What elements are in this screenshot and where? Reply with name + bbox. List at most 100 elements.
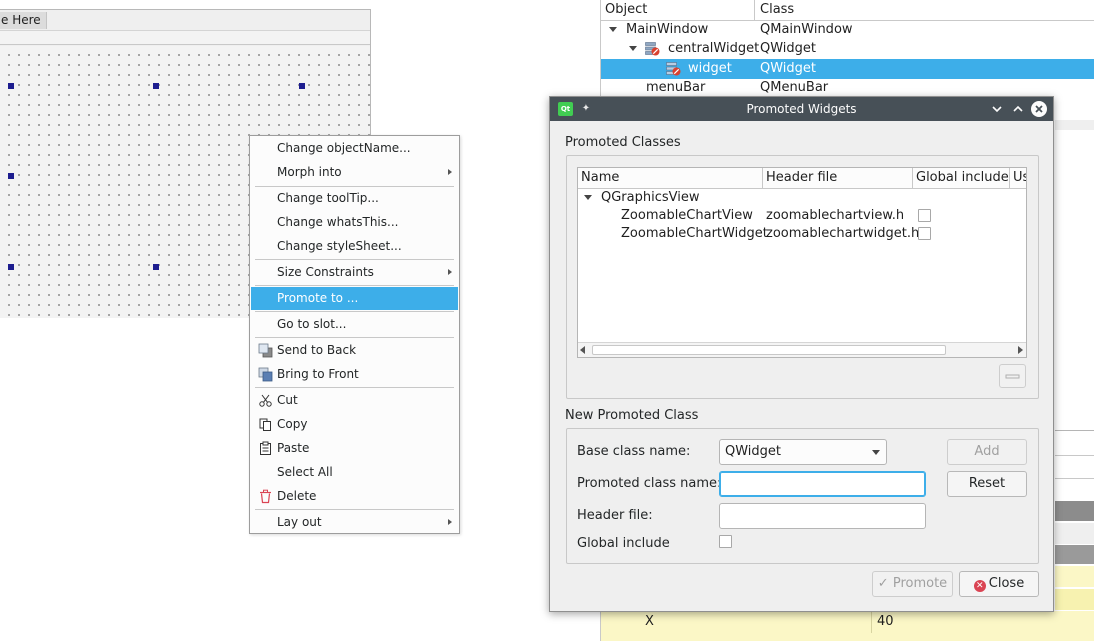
menu-item-copy[interactable]: Copy	[251, 413, 458, 436]
column-header-usage[interactable]: Us	[1010, 168, 1026, 188]
base-class-row[interactable]: QGraphicsView	[578, 189, 1026, 207]
property-editor-row	[1055, 566, 1094, 587]
menu-item-change-tooltip[interactable]: Change toolTip...	[251, 187, 458, 210]
object-name: menuBar	[646, 80, 706, 95]
property-value[interactable]: 40	[877, 611, 894, 633]
close-button-label: Close	[988, 576, 1025, 591]
expand-arrow-icon[interactable]	[584, 195, 592, 200]
column-header-header-file[interactable]: Header file	[763, 168, 913, 188]
menu-separator	[255, 311, 454, 312]
menu-separator	[255, 285, 454, 286]
property-editor-row	[1055, 478, 1094, 479]
reset-button[interactable]: Reset	[947, 471, 1027, 497]
menu-item-label: Select All	[277, 465, 333, 479]
menu-item-go-to-slot[interactable]: Go to slot...	[251, 313, 458, 336]
selection-handle[interactable]	[153, 264, 159, 270]
column-header-class[interactable]: Class	[756, 0, 1094, 20]
form-menubar[interactable]: e Here	[0, 10, 370, 31]
promoted-class-name: ZoomableChartWidget	[621, 226, 768, 241]
expand-arrow-icon[interactable]	[609, 27, 617, 32]
qt-designer-app-icon[interactable]: Qt	[558, 102, 573, 116]
menu-item-change-objectname[interactable]: Change objectName...	[251, 137, 458, 160]
object-class: QMenuBar	[760, 80, 829, 95]
pin-icon[interactable]: ✦	[579, 102, 593, 116]
promoted-class-header: zoomablechartwidget.h	[766, 226, 920, 241]
paste-icon	[260, 441, 271, 455]
minimize-chevron-down-icon[interactable]	[989, 101, 1005, 117]
property-editor-row	[1055, 523, 1094, 544]
checkmark-icon: ✓	[877, 576, 889, 591]
object-name: centralWidget	[668, 41, 760, 56]
object-class: QWidget	[760, 41, 817, 56]
promoted-class-input[interactable]	[719, 471, 926, 497]
broken-layout-widget-icon	[666, 62, 681, 76]
menu-item-change-whatsthis[interactable]: Change whatsThis...	[251, 211, 458, 234]
base-class-combobox[interactable]: QWidget	[719, 439, 887, 465]
tree-row-mainwindow[interactable]: MainWindow QMainWindow	[601, 20, 1094, 40]
chevron-down-icon	[872, 450, 880, 455]
dialog-titlebar[interactable]: Promoted Widgets Qt ✦	[550, 97, 1053, 121]
menu-item-label: Morph into	[277, 165, 342, 179]
menu-item-label: Paste	[277, 441, 310, 455]
tree-row-centralwidget[interactable]: centralWidget QWidget	[601, 39, 1094, 59]
header-file-input[interactable]	[719, 503, 926, 529]
window-close-icon[interactable]	[1031, 101, 1047, 117]
menu-item-size-constraints[interactable]: Size Constraints	[251, 261, 458, 284]
menu-item-paste[interactable]: Paste	[251, 437, 458, 460]
column-header-name[interactable]: Name	[578, 168, 763, 188]
menu-item-cut[interactable]: Cut	[251, 389, 458, 412]
global-include-checkbox[interactable]	[918, 209, 931, 222]
type-here-placeholder[interactable]: e Here	[0, 12, 47, 29]
scroll-left-arrow-icon[interactable]	[580, 346, 585, 354]
menu-item-delete[interactable]: Delete	[251, 485, 458, 508]
promoted-class-row[interactable]: ZoomableChartWidget zoomablechartwidget.…	[578, 225, 1026, 243]
menu-item-lay-out[interactable]: Lay out	[251, 511, 458, 534]
selection-handle[interactable]	[8, 264, 14, 270]
menu-item-label: Promote to ...	[277, 291, 359, 305]
menu-item-label: Size Constraints	[277, 265, 374, 279]
property-editor-section	[1055, 501, 1094, 521]
selection-handle[interactable]	[8, 83, 14, 89]
header-file-label: Header file:	[577, 508, 653, 523]
add-button[interactable]: Add	[947, 439, 1027, 465]
close-button[interactable]: ✕ Close	[959, 571, 1039, 597]
property-editor-row	[1055, 589, 1094, 610]
promoted-class-row[interactable]: ZoomableChartView zoomablechartview.h	[578, 207, 1026, 225]
property-editor-row	[1055, 455, 1094, 456]
selection-handle[interactable]	[153, 83, 159, 89]
menu-item-change-stylesheet[interactable]: Change styleSheet...	[251, 235, 458, 258]
tree-row-menubar[interactable]: menuBar QMenuBar	[601, 78, 1094, 98]
scrollbar-handle[interactable]	[592, 345, 946, 355]
menu-separator	[255, 259, 454, 260]
menu-item-bring-to-front[interactable]: Bring to Front	[251, 363, 458, 386]
remove-class-button[interactable]	[999, 364, 1026, 388]
promoted-class-name: ZoomableChartView	[621, 208, 753, 223]
menu-item-select-all[interactable]: Select All	[251, 461, 458, 484]
expand-arrow-icon[interactable]	[629, 46, 637, 51]
property-row-y[interactable]	[601, 633, 1094, 641]
promoted-classes-tree[interactable]: Name Header file Global include Us QGrap…	[577, 167, 1027, 358]
scroll-right-arrow-icon[interactable]	[1018, 346, 1023, 354]
menu-item-promote-to[interactable]: Promote to ...	[251, 287, 458, 310]
column-header-global-include[interactable]: Global include	[913, 168, 1010, 188]
maximize-chevron-up-icon[interactable]	[1010, 101, 1026, 117]
menu-item-label: Cut	[277, 393, 298, 407]
selection-handle[interactable]	[8, 173, 14, 179]
base-class-value: QWidget	[725, 444, 782, 459]
object-class: QWidget	[760, 61, 817, 76]
column-header-object[interactable]: Object	[601, 0, 755, 20]
global-include-checkbox[interactable]	[719, 535, 732, 548]
tree-row-widget[interactable]: widget QWidget	[601, 59, 1094, 79]
object-name: widget	[688, 61, 732, 76]
property-row-x[interactable]: X 40	[601, 611, 1094, 633]
menu-item-morph-into[interactable]: Morph into	[251, 161, 458, 184]
menu-separator	[255, 509, 454, 510]
promoted-class-label: Promoted class name:	[577, 476, 722, 491]
horizontal-scrollbar[interactable]	[578, 342, 1026, 357]
global-include-checkbox[interactable]	[918, 227, 931, 240]
menu-item-send-to-back[interactable]: Send to Back	[251, 339, 458, 362]
new-promoted-class-group-title: New Promoted Class	[565, 408, 699, 423]
promote-button[interactable]: ✓ Promote	[872, 571, 953, 597]
menu-item-label: Change toolTip...	[277, 191, 379, 205]
selection-handle[interactable]	[299, 83, 305, 89]
